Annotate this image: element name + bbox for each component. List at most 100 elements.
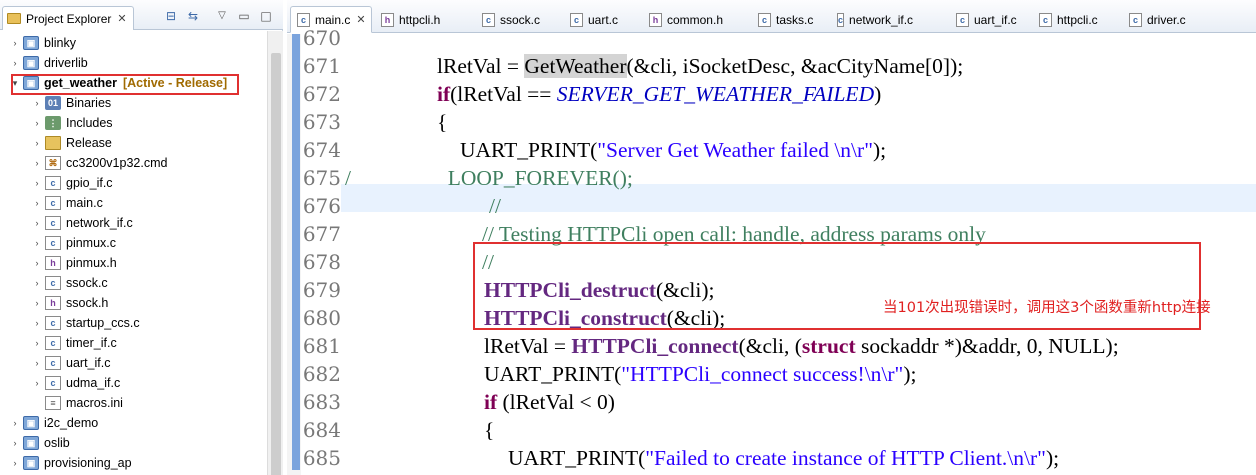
editor-tab[interactable]: c network_if.c xyxy=(831,6,913,33)
chevron-right-icon[interactable]: › xyxy=(32,178,42,188)
code-token: // xyxy=(489,194,501,218)
tree-item[interactable]: › c startup_ccs.c xyxy=(32,313,140,333)
tree-item[interactable]: › ▣ oslib xyxy=(10,433,70,453)
h-file-icon: h xyxy=(381,12,394,27)
chevron-right-icon[interactable]: › xyxy=(32,218,42,228)
line-number: 678 xyxy=(302,250,341,274)
chevron-right-icon[interactable]: › xyxy=(10,438,20,448)
code-token: if xyxy=(484,390,498,414)
line-number: 685 xyxy=(302,446,341,470)
tree-item[interactable]: › ▣ provisioning_ap xyxy=(10,453,132,473)
annotation-note: 当101次出现错误时，调用这3个函数重新http连接 xyxy=(883,300,1211,316)
tree-item[interactable]: › ⋮ Includes xyxy=(32,113,113,133)
tree-item[interactable]: › c ssock.c xyxy=(32,273,108,293)
editor-tab-bar: c main.c ✕ h httpcli.h c ssock.c c uart.c h common… xyxy=(287,0,1256,33)
tree-item[interactable]: › ▣ driverlib xyxy=(10,53,88,73)
project-icon: ▣ xyxy=(23,36,39,50)
chevron-right-icon[interactable]: › xyxy=(10,418,20,428)
chevron-right-icon[interactable]: › xyxy=(32,278,42,288)
code-token: // LOOP_FOREVER(); xyxy=(345,166,633,190)
chevron-right-icon[interactable]: › xyxy=(32,378,42,388)
chevron-right-icon[interactable]: › xyxy=(32,198,42,208)
c-file-icon: c xyxy=(758,12,771,27)
collapse-all-icon[interactable]: ⊟ xyxy=(163,9,179,23)
editor-tab[interactable]: c uart.c xyxy=(564,6,644,33)
editor-tab[interactable]: h common.h xyxy=(643,6,723,33)
code-line: // xyxy=(489,192,501,220)
tree-item[interactable]: › ▣ i2c_demo xyxy=(10,413,98,433)
highlight-box xyxy=(11,74,239,95)
tree-item[interactable]: › ▣ blinky xyxy=(10,33,76,53)
tree-item[interactable]: › c udma_if.c xyxy=(32,373,120,393)
line-number: 675 xyxy=(302,166,341,190)
h-file-icon: h xyxy=(649,12,662,27)
chevron-right-icon[interactable]: › xyxy=(10,458,20,468)
includes-icon: ⋮ xyxy=(45,116,61,130)
tree-item[interactable]: › c pinmux.c xyxy=(32,233,116,253)
chevron-right-icon[interactable]: › xyxy=(32,98,42,108)
code-token: GetWeather xyxy=(524,54,627,78)
tree-item[interactable]: › c network_if.c xyxy=(32,213,133,233)
editor-tab[interactable]: c ssock.c xyxy=(476,6,556,33)
tree-item[interactable]: › c uart_if.c xyxy=(32,353,110,373)
close-icon[interactable]: ✕ xyxy=(356,13,365,26)
tree-item[interactable]: › 01 Binaries xyxy=(32,93,111,113)
project-icon: ▣ xyxy=(23,56,39,70)
chevron-right-icon[interactable]: › xyxy=(32,298,42,308)
tree-item-label: uart_if.c xyxy=(66,356,111,370)
editor-tab[interactable]: c driver.c xyxy=(1123,6,1203,33)
minimize-icon[interactable]: ▭ xyxy=(236,9,252,23)
code-line: if (lRetVal < 0) xyxy=(484,388,615,416)
tree-item[interactable]: › ⌘ cc3200v1p32.cmd xyxy=(32,153,167,173)
chevron-right-icon[interactable]: › xyxy=(32,318,42,328)
tree-item[interactable]: › Release xyxy=(32,133,112,153)
code-token: if xyxy=(437,82,451,106)
line-number: 682 xyxy=(302,362,341,386)
project-explorer-panel: Project Explorer ✕ ⊟ ⇆ ▽ ▭ □ › ▣ blinky › ▣ d… xyxy=(0,0,283,475)
line-number: 680 xyxy=(302,306,341,330)
editor-tab-label: uart.c xyxy=(588,12,619,27)
code-line: UART_PRINT("HTTPCli_connect success!\n\r… xyxy=(484,360,916,388)
tree-item-label: Release xyxy=(66,136,112,150)
code-token: "Failed to create instance of HTTP Clien… xyxy=(645,446,1046,470)
chevron-right-icon[interactable]: › xyxy=(32,358,42,368)
tree-item-label: blinky xyxy=(44,36,76,50)
editor-tab[interactable]: c uart_if.c xyxy=(950,6,1030,33)
link-with-editor-icon[interactable]: ⇆ xyxy=(185,9,201,23)
explorer-scrollbar[interactable] xyxy=(267,31,283,475)
tree-item[interactable]: › h ssock.h xyxy=(32,293,108,313)
editor-tab[interactable]: h httpcli.h xyxy=(375,6,455,33)
tree-item[interactable]: › c main.c xyxy=(32,193,103,213)
code-token: HTTPCli_connect xyxy=(571,334,739,358)
tree-item-label: macros.ini xyxy=(66,396,123,410)
tree-item[interactable]: ≡ macros.ini xyxy=(32,393,123,413)
chevron-right-icon[interactable]: › xyxy=(32,258,42,268)
maximize-icon[interactable]: □ xyxy=(258,9,274,23)
chevron-right-icon[interactable]: › xyxy=(32,158,42,168)
tree-item[interactable]: › c gpio_if.c xyxy=(32,173,113,193)
tree-item[interactable]: › c timer_if.c xyxy=(32,333,117,353)
c-file-icon: c xyxy=(45,216,61,230)
h-file-icon: h xyxy=(45,256,61,270)
tree-item-label: Binaries xyxy=(66,96,112,110)
code-token: UART_PRINT( xyxy=(508,446,646,470)
chevron-right-icon[interactable]: › xyxy=(32,118,42,128)
tree-item[interactable]: › h pinmux.h xyxy=(32,253,117,273)
tree-item-label: ssock.h xyxy=(66,296,109,310)
explorer-scrollbar-thumb[interactable] xyxy=(271,53,281,475)
tab-project-explorer[interactable]: Project Explorer ✕ xyxy=(2,6,134,30)
project-icon: ▣ xyxy=(23,456,39,470)
editor-tab[interactable]: c httpcli.c xyxy=(1033,6,1113,33)
chevron-right-icon[interactable]: › xyxy=(10,58,20,68)
tree-item-label: startup_ccs.c xyxy=(66,316,140,330)
chevron-right-icon[interactable]: › xyxy=(10,38,20,48)
line-number: 679 xyxy=(302,278,341,302)
close-icon[interactable]: ✕ xyxy=(117,12,126,25)
view-menu-icon[interactable]: ▽ xyxy=(214,9,230,23)
chevron-right-icon[interactable]: › xyxy=(32,238,42,248)
chevron-right-icon[interactable]: › xyxy=(32,338,42,348)
code-token: UART_PRINT( xyxy=(484,362,622,386)
editor-tab[interactable]: c tasks.c xyxy=(752,6,832,33)
chevron-right-icon[interactable]: › xyxy=(32,138,42,148)
code-line: UART_PRINT("Failed to create instance of… xyxy=(508,444,1059,472)
